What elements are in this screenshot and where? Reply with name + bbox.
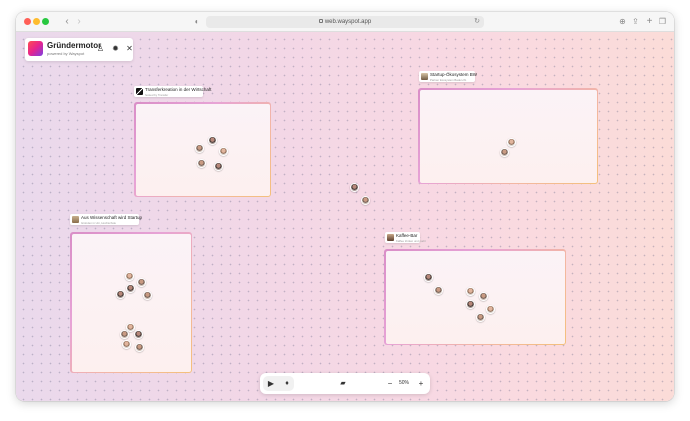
avatar[interactable] — [135, 343, 144, 352]
address-bar[interactable]: web.wayspot.app ↻ — [206, 16, 484, 28]
download-icon[interactable]: ⊕ — [618, 15, 627, 29]
zoom-out-button[interactable]: − — [385, 377, 395, 390]
room-label[interactable]: Transferkreation in der Wirtschaft hoste… — [134, 86, 211, 97]
reload-icon[interactable]: ↻ — [474, 16, 480, 28]
avatar[interactable] — [500, 148, 509, 157]
room-area[interactable] — [384, 249, 566, 345]
tabs-overview-icon[interactable]: ❐ — [658, 15, 667, 29]
brand-title: Gründermotor — [47, 41, 102, 50]
brand-card: Gründermotor powered by Wayspot ♙ ✹ ✕ — [25, 38, 133, 61]
gear-icon[interactable]: ✹ — [111, 44, 120, 54]
avatar[interactable] — [350, 183, 359, 192]
plus-icon[interactable]: + — [645, 15, 654, 29]
avatar[interactable] — [466, 300, 475, 309]
chevron-right-icon[interactable]: › — [75, 15, 83, 29]
room-area[interactable] — [70, 232, 192, 373]
room-area[interactable] — [418, 88, 598, 184]
room-logo-icon — [72, 216, 79, 223]
call-toolbar: ▶ ♦ ▰ − 50% + — [260, 373, 430, 394]
room-subtitle: hosted by Transfer — [145, 92, 169, 97]
close-icon[interactable]: ✕ — [125, 44, 134, 54]
room-title: Transferkreation in der Wirtschaft — [145, 87, 212, 92]
avatar[interactable] — [134, 330, 143, 339]
chevron-left-icon[interactable]: ‹ — [63, 15, 71, 29]
avatar[interactable] — [424, 273, 433, 282]
camera-icon[interactable]: ▶ — [265, 377, 277, 390]
avatar[interactable] — [507, 138, 516, 147]
room-label[interactable]: Kaffee-Bar Kaffee trinken und mehr — [385, 232, 426, 243]
lock-icon — [318, 19, 323, 24]
room-title: Startup-Ökosystem BW — [430, 72, 478, 77]
browser-toolbar: ‹ › ◐ web.wayspot.app ↻ ⊕ ⇪ + ❐ — [16, 12, 674, 32]
room-logo-icon — [421, 73, 428, 80]
share-icon[interactable]: ⇪ — [631, 15, 640, 29]
room-subtitle: Partner Ecosystem Baden-W. — [430, 77, 467, 82]
room-logo-icon — [387, 234, 394, 241]
avatar[interactable] — [195, 144, 204, 153]
avatar[interactable] — [434, 286, 443, 295]
zoom-in-button[interactable]: + — [416, 377, 426, 390]
avatar[interactable] — [361, 196, 370, 205]
avatar[interactable] — [208, 136, 217, 145]
microphone-icon[interactable]: ♦ — [281, 377, 293, 390]
avatar[interactable] — [486, 305, 495, 314]
avatar[interactable] — [197, 159, 206, 168]
brand-logo — [28, 41, 43, 56]
avatar[interactable] — [125, 272, 134, 281]
close-window-button[interactable] — [24, 18, 31, 25]
browser-window: ‹ › ◐ web.wayspot.app ↻ ⊕ ⇪ + ❐ Gründerm… — [16, 12, 674, 401]
room-subtitle: Kaffee trinken und mehr — [396, 238, 426, 243]
accessibility-icon[interactable]: ♙ — [96, 44, 105, 54]
shield-icon[interactable]: ◐ — [193, 15, 201, 29]
room-subtitle: Gründen in Uni, Hochschule — [81, 220, 116, 225]
avatar[interactable] — [479, 292, 488, 301]
zoom-level: 50% — [399, 380, 410, 386]
room-title: Kaffee-Bar — [396, 233, 418, 238]
brand-subtitle: powered by Wayspot — [47, 51, 85, 56]
avatar[interactable] — [219, 147, 228, 156]
avatar[interactable] — [126, 284, 135, 293]
room-title: Aus Wissenschaft wird Startup — [81, 215, 143, 220]
avatar[interactable] — [122, 340, 131, 349]
minimize-window-button[interactable] — [33, 18, 40, 25]
spatial-canvas[interactable]: Gründermotor powered by Wayspot ♙ ✹ ✕ Tr… — [16, 32, 674, 401]
avatar[interactable] — [137, 278, 146, 287]
zoom-window-button[interactable] — [42, 18, 49, 25]
room-label[interactable]: Aus Wissenschaft wird Startup Gründen in… — [70, 214, 143, 225]
url-text: web.wayspot.app — [324, 19, 372, 25]
avatar[interactable] — [120, 330, 129, 339]
room-label[interactable]: Startup-Ökosystem BW Partner Ecosystem B… — [419, 71, 478, 82]
avatar[interactable] — [143, 291, 152, 300]
avatar[interactable] — [116, 290, 125, 299]
room-logo-icon — [136, 88, 143, 95]
avatar[interactable] — [214, 162, 223, 171]
avatar[interactable] — [466, 287, 475, 296]
chat-icon[interactable]: ▰ — [337, 377, 349, 390]
avatar[interactable] — [476, 313, 485, 322]
